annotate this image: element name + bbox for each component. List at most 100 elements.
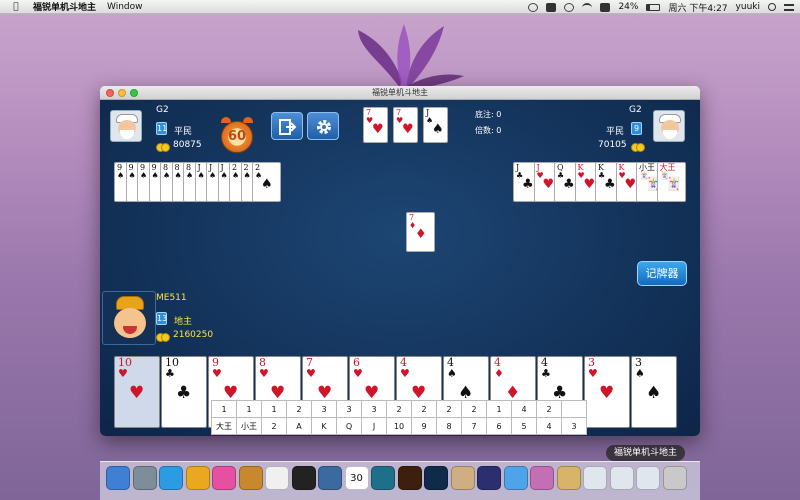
my-avatar xyxy=(102,291,156,345)
card-suit-icon: ♥ xyxy=(583,177,596,192)
close-window-button[interactable] xyxy=(106,89,114,97)
card-suit-icon: ♣ xyxy=(604,177,616,192)
illustrator-icon[interactable] xyxy=(397,466,422,490)
counter-label: 2 xyxy=(261,417,287,435)
textedit-icon[interactable] xyxy=(265,466,289,490)
app-menu[interactable]: 福锐单机斗地主 xyxy=(33,0,96,13)
card-suit-icon: ♠ xyxy=(635,367,645,380)
card-suit-icon: ♣ xyxy=(522,177,534,192)
card-suit-icon: ♦ xyxy=(494,367,504,380)
card-suit-icon: ♥ xyxy=(118,367,128,380)
hand-card[interactable]: 3 ♠ ♠ xyxy=(631,356,677,428)
chrome-icon[interactable] xyxy=(185,466,210,490)
photo-icon[interactable] xyxy=(530,466,554,490)
card-counter-table: 11123332222142 大王 小王 2 A K Q J 10 9 8 7 6 5 4 3 xyxy=(211,400,587,435)
right-player-name: G2 xyxy=(629,105,642,115)
card-rank: 7 xyxy=(306,356,313,369)
counter-count: 2 xyxy=(386,400,412,418)
photoshop-icon[interactable] xyxy=(424,466,448,490)
minimize-window-button[interactable] xyxy=(118,89,126,97)
card-suit-icon: ♣ xyxy=(563,177,575,192)
coin-icon xyxy=(156,143,170,152)
left-player-name: G2 xyxy=(156,105,169,115)
battery-percent[interactable]: 24% xyxy=(618,2,638,12)
counter-count: 2 xyxy=(436,400,462,418)
card-rank: 8 xyxy=(259,356,266,369)
bet-label: 底注: xyxy=(475,110,494,119)
card-suit-icon: ♠ xyxy=(209,171,217,180)
user-menu[interactable]: yuuki xyxy=(736,2,760,12)
mail-icon[interactable] xyxy=(546,2,557,12)
coin-icon xyxy=(631,143,645,152)
window-title: 福锐单机斗地主 xyxy=(372,88,428,97)
notification-center-icon[interactable] xyxy=(784,3,794,11)
sync-icon[interactable] xyxy=(600,2,611,12)
time-machine-icon[interactable] xyxy=(564,2,575,12)
card-suit-icon: ♣ xyxy=(176,383,192,403)
hand-card[interactable]: 10 ♥ ♥ xyxy=(114,356,160,428)
xcode-icon[interactable] xyxy=(503,466,528,490)
exit-button[interactable] xyxy=(271,112,303,140)
card-rank: 4 xyxy=(400,356,407,369)
card-suit-icon: ♠ xyxy=(432,122,444,137)
counter-label: A xyxy=(286,417,312,435)
card-suit-icon: ♠ xyxy=(128,171,136,180)
card-suit-icon: ♠ xyxy=(447,367,457,380)
apple-menu-icon[interactable]:  xyxy=(11,2,21,12)
wallpaper-flower-icon xyxy=(358,24,464,90)
spotlight-icon[interactable] xyxy=(768,3,776,11)
dock-tooltip: 福锐单机斗地主 xyxy=(606,445,686,461)
card-suit-icon: ♥ xyxy=(372,122,384,137)
card-rank: 10 xyxy=(165,356,179,369)
settings-button[interactable] xyxy=(307,112,339,140)
hand-card[interactable]: 3 ♥ ♥ xyxy=(584,356,630,428)
gear-icon xyxy=(317,120,331,134)
counter-label: 小王 xyxy=(236,417,262,435)
card-rank: 3 xyxy=(588,356,595,369)
dock: 30 xyxy=(100,461,700,500)
coin-icon xyxy=(156,333,170,342)
itunes-icon[interactable] xyxy=(212,466,236,490)
window-titlebar[interactable]: 福锐单机斗地主 xyxy=(100,86,700,100)
brush-icon[interactable] xyxy=(450,466,475,490)
wifi-icon[interactable] xyxy=(582,2,593,12)
hand-card[interactable]: 10 ♣ ♣ xyxy=(161,356,207,428)
counter-labels-row: 大王 小王 2 A K Q J 10 9 8 7 6 5 4 3 xyxy=(211,417,587,435)
finder-icon[interactable] xyxy=(106,466,130,490)
maya-icon[interactable] xyxy=(371,466,395,490)
my-name: ME511 xyxy=(156,293,187,303)
battery-icon[interactable] xyxy=(646,3,661,11)
window-icon[interactable] xyxy=(609,466,634,490)
card-rank: 3 xyxy=(635,356,642,369)
safari-icon[interactable] xyxy=(159,466,183,490)
window-menu[interactable]: Window xyxy=(107,2,143,12)
font-icon[interactable] xyxy=(318,466,342,490)
zoom-window-button[interactable] xyxy=(130,89,138,97)
launchpad-icon[interactable] xyxy=(132,466,157,490)
eclipse-icon[interactable] xyxy=(477,466,501,490)
card-suit-icon: ♣ xyxy=(165,367,175,380)
card-recorder-button[interactable]: 记牌器 xyxy=(637,261,687,286)
bet-value: 0 xyxy=(496,110,502,119)
card-suit-icon: ♥ xyxy=(599,383,615,403)
card-suit-icon: ♠ xyxy=(220,171,228,180)
card-suit-icon: ♦ xyxy=(415,227,427,242)
app-icon[interactable] xyxy=(238,466,263,490)
clock[interactable]: 周六 下午4:27 xyxy=(668,1,727,14)
card-suit-icon: ♥ xyxy=(353,367,363,380)
counter-count xyxy=(561,400,587,418)
trash-icon[interactable] xyxy=(662,466,687,490)
card-rank: 4 xyxy=(494,356,501,369)
counter-count: 2 xyxy=(536,400,562,418)
opponent-card: 2 ♠ ♠ xyxy=(252,162,281,202)
game-icon[interactable] xyxy=(556,466,581,490)
turn-timer: 60 xyxy=(219,117,255,155)
multiplier-value: 0 xyxy=(496,126,502,135)
terminal-icon[interactable] xyxy=(291,466,316,490)
status-check-icon[interactable] xyxy=(528,2,539,12)
calendar-icon[interactable]: 30 xyxy=(344,466,369,490)
card-suit-icon: ♠ xyxy=(140,171,148,180)
window-icon[interactable] xyxy=(636,466,660,490)
counter-label: 5 xyxy=(511,417,537,435)
window-icon[interactable] xyxy=(583,466,607,490)
